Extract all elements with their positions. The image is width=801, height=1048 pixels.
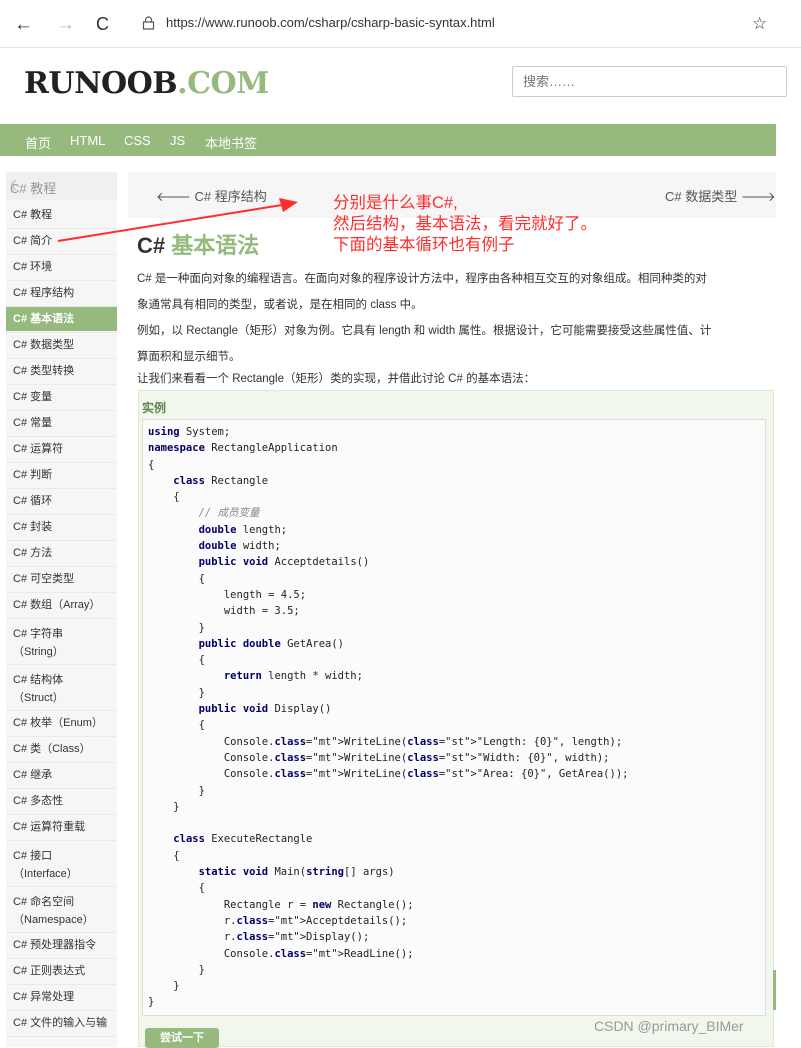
annotation-line: 然后结构，基本语法，看完就好了。: [333, 215, 597, 233]
nav-js[interactable]: JS: [170, 133, 185, 148]
watermark: CSDN @primary_BIMer: [594, 1018, 744, 1034]
arrow-left-icon: 🡐: [156, 189, 195, 204]
sidebar-item[interactable]: C# 正则表达式: [6, 959, 117, 983]
sidebar-item[interactable]: C# 常量: [6, 411, 117, 435]
sidebar-item[interactable]: C# 结构体 （Struct）: [6, 668, 117, 708]
paragraph-line: 让我们来看看一个 Rectangle（矩形）类的实现，并借此讨论 C# 的基本语…: [137, 373, 536, 385]
forward-icon[interactable]: →: [56, 14, 75, 36]
favorite-star-icon[interactable]: ☆: [752, 14, 767, 34]
code-text[interactable]: using System; namespace RectangleApplica…: [148, 424, 628, 1011]
paragraph-line: 象通常具有相同的类型，或者说，是在相同的 class 中。: [137, 299, 423, 311]
sidebar-item[interactable]: C# 教程: [6, 203, 117, 227]
sidebar-item[interactable]: C# 运算符重载: [6, 815, 117, 839]
sidebar-item[interactable]: C# 数组（Array）: [6, 593, 117, 617]
paragraph-line: C# 是一种面向对象的编程语言。在面向对象的程序设计方法中，程序由各种相互交互的…: [137, 273, 707, 285]
sidebar-item[interactable]: C# 简介: [6, 229, 117, 253]
back-icon[interactable]: ←: [14, 14, 33, 36]
browser-toolbar: ← → C https://www.runoob.com/csharp/csha…: [0, 0, 801, 48]
sidebar-item[interactable]: C# 预处理器指令: [6, 933, 117, 957]
sidebar-item[interactable]: C# 变量: [6, 385, 117, 409]
sidebar-item[interactable]: C# 多态性: [6, 789, 117, 813]
site-logo[interactable]: RUNOOB.COM: [24, 66, 269, 101]
sidebar-item[interactable]: C# 继承: [6, 763, 117, 787]
annotation-line: 下面的基本循环也有例子: [333, 236, 515, 254]
paragraph-line: 例如，以 Rectangle（矩形）对象为例。它具有 length 和 widt…: [137, 325, 712, 337]
sidebar-divider: [6, 1036, 117, 1037]
sidebar: C# 教程 ☾ C# 教程 C# 简介 C# 环境 C# 程序结构 C# 基本语法 C# …: [6, 172, 117, 1047]
nav-bookmarks[interactable]: 本地书签: [205, 133, 257, 152]
moon-icon[interactable]: ☾: [10, 178, 22, 194]
lock-icon: [142, 16, 155, 30]
sidebar-item[interactable]: C# 数据类型: [6, 333, 117, 357]
title-main: 基本语法: [171, 233, 260, 258]
search-input[interactable]: [512, 66, 787, 97]
nav-html[interactable]: HTML: [70, 133, 105, 148]
page-title: C# 基本语法: [137, 228, 259, 260]
sidebar-divider: [6, 840, 117, 841]
sidebar-item[interactable]: C# 基本语法: [6, 307, 117, 331]
scrollbar-thumb[interactable]: [773, 970, 776, 1010]
title-prefix: C#: [137, 233, 166, 258]
sidebar-item[interactable]: C# 程序结构: [6, 281, 117, 305]
sidebar-item[interactable]: C# 环境: [6, 255, 117, 279]
sidebar-heading: C# 教程 ☾: [6, 172, 117, 200]
arrow-right-icon: 🡒: [737, 189, 776, 204]
sidebar-item[interactable]: C# 运算符: [6, 437, 117, 461]
nav-home[interactable]: 首页: [25, 133, 51, 152]
paragraph-line: 算面积和显示细节。: [137, 351, 241, 363]
nav-css[interactable]: CSS: [124, 133, 151, 148]
sidebar-item[interactable]: C# 循环: [6, 489, 117, 513]
annotation-text: 分别是什么事C#, 然后结构，基本语法，看完就好了。 下面的基本循环也有例子: [333, 193, 597, 256]
example-label: 实例: [142, 401, 167, 415]
sidebar-divider: [6, 618, 117, 619]
sidebar-item[interactable]: C# 异常处理: [6, 985, 117, 1009]
next-link-text: C# 数据类型: [665, 189, 738, 204]
sidebar-item[interactable]: C# 方法: [6, 541, 117, 565]
logo-com-text: .COM: [177, 66, 269, 101]
sidebar-item[interactable]: C# 字符串 （String）: [6, 622, 117, 662]
annotation-line: 分别是什么事C#,: [333, 194, 458, 212]
sidebar-divider: [6, 664, 117, 665]
sidebar-item[interactable]: C# 类型转换: [6, 359, 117, 383]
sidebar-item[interactable]: C# 判断: [6, 463, 117, 487]
sidebar-item[interactable]: C# 接口 （Interface）: [6, 844, 117, 884]
sidebar-item[interactable]: C# 封装: [6, 515, 117, 539]
sidebar-divider: [6, 886, 117, 887]
prev-link-text: C# 程序结构: [194, 189, 267, 204]
sidebar-item[interactable]: C# 命名空间 （Namespace）: [6, 890, 117, 930]
sidebar-item[interactable]: C# 类（Class）: [6, 737, 117, 761]
sidebar-item[interactable]: C# 枚举（Enum）: [6, 711, 117, 735]
sidebar-item[interactable]: C# 可空类型: [6, 567, 117, 591]
try-it-button[interactable]: 尝试一下: [145, 1028, 219, 1048]
prev-link[interactable]: 🡐 C# 程序结构: [156, 186, 267, 205]
reload-icon[interactable]: C: [96, 14, 109, 35]
logo-text: RUNOOB: [24, 66, 178, 101]
top-nav: 首页 HTML CSS JS 本地书签: [0, 124, 776, 156]
next-link[interactable]: C# 数据类型 🡒: [665, 186, 776, 205]
url-text[interactable]: https://www.runoob.com/csharp/csharp-bas…: [166, 15, 495, 30]
sidebar-item[interactable]: C# 文件的输入与输: [6, 1011, 117, 1035]
